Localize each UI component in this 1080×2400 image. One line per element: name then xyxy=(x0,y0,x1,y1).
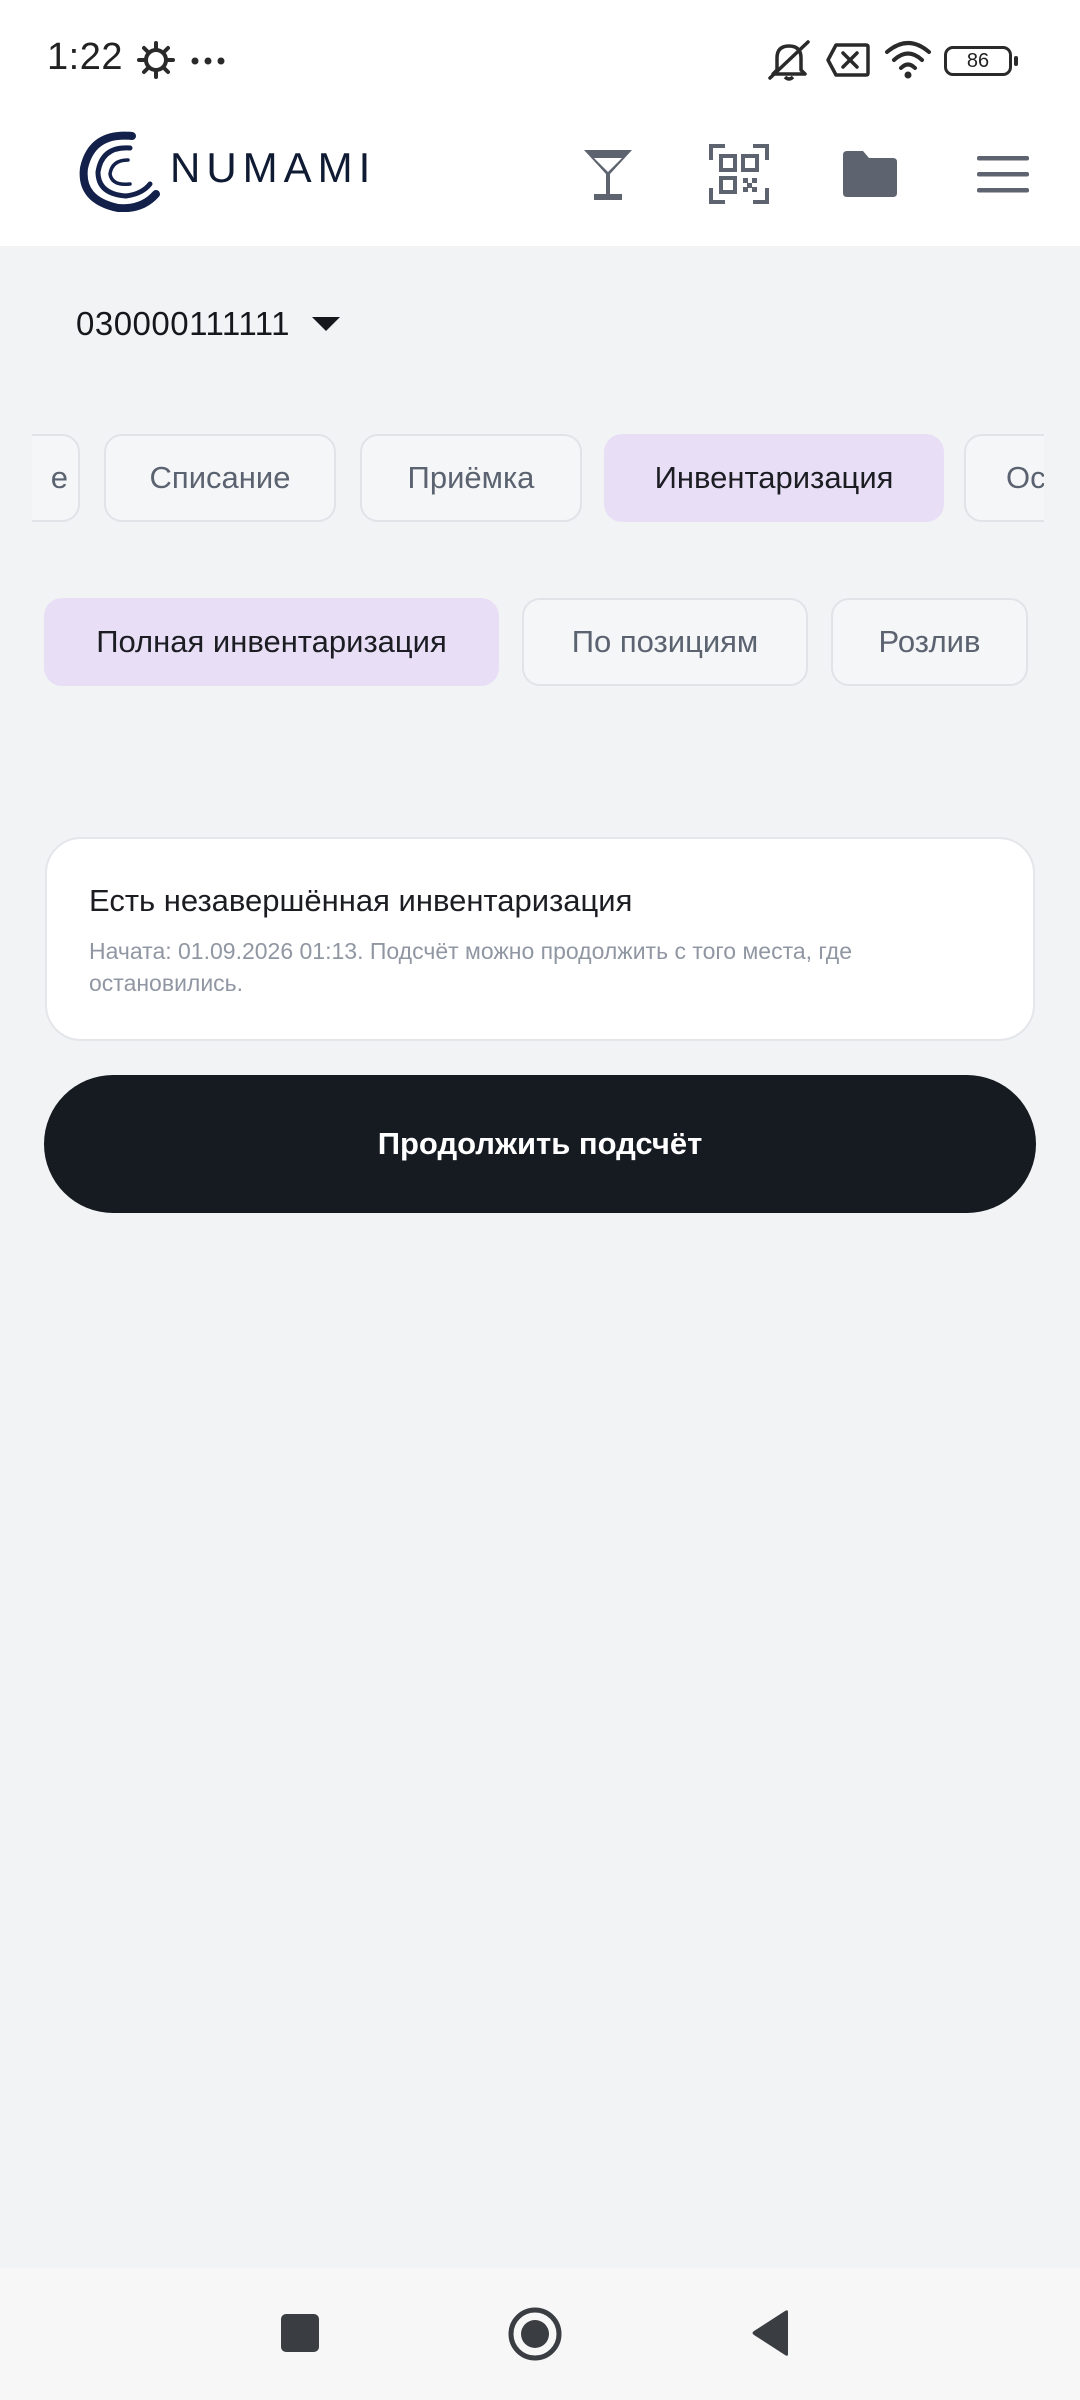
menu-button[interactable] xyxy=(967,138,1039,210)
tab-partial-right[interactable]: Ос xyxy=(964,434,1044,522)
chip-label: Полная инвентаризация xyxy=(96,624,447,659)
branch-selector[interactable]: 030000111111 xyxy=(76,304,340,344)
chip-pour[interactable]: Розлив xyxy=(831,598,1028,686)
logo-text: NUMAMI xyxy=(170,144,377,191)
chip-label: Розлив xyxy=(878,624,981,659)
tab-label: Ос xyxy=(1006,460,1044,495)
more-dots-icon xyxy=(191,57,225,65)
qr-scan-button[interactable] xyxy=(703,138,775,210)
chip-label: По позициям xyxy=(571,624,759,659)
tab-label: е xyxy=(50,460,68,495)
folder-icon xyxy=(843,151,897,197)
chip-full-inventory[interactable]: Полная инвентаризация xyxy=(44,598,499,686)
no-sim-icon xyxy=(826,43,870,77)
cocktail-button[interactable] xyxy=(572,138,644,210)
battery-level: 86 xyxy=(966,50,990,72)
tab-inventory[interactable]: Инвентаризация xyxy=(604,434,944,522)
tab-receiving[interactable]: Приёмка xyxy=(360,434,582,522)
chip-by-positions[interactable]: По позициям xyxy=(522,598,808,686)
status-time: 1:22 xyxy=(47,36,123,78)
system-nav-bar xyxy=(0,2268,1080,2400)
folder-button[interactable] xyxy=(834,138,906,210)
status-bar: 1:22 86 xyxy=(0,0,1080,120)
bell-muted-icon xyxy=(768,40,810,81)
tab-label: Инвентаризация xyxy=(654,460,894,495)
battery-icon: 86 xyxy=(944,46,1018,76)
tab-partial-left[interactable]: е xyxy=(32,434,80,522)
back-icon[interactable] xyxy=(750,2308,790,2358)
notice-title: Есть незавершённая инвентаризация xyxy=(89,883,633,918)
tab-label: Списание xyxy=(149,460,291,495)
qr-scan-icon xyxy=(709,144,769,204)
app-header: NUMAMI xyxy=(0,120,1080,246)
wifi-icon xyxy=(885,41,931,79)
cocktail-glass-icon xyxy=(584,150,632,200)
notice-text: Начата: 01.09.2026 01:13. Подсчёт можно … xyxy=(89,938,852,996)
branch-value: 030000111111 xyxy=(76,305,290,342)
tab-writeoff[interactable]: Списание xyxy=(104,434,336,522)
section-tabs-track: е Списание Приёмка Инвентаризация Ос xyxy=(32,434,1044,522)
tab-label: Приёмка xyxy=(407,460,535,495)
gear-icon xyxy=(137,41,175,79)
unfinished-inventory-notice: Есть незавершённая инвентаризация Начата… xyxy=(45,837,1035,1041)
numami-logo-icon xyxy=(79,131,160,212)
recent-apps-icon[interactable] xyxy=(281,2314,319,2352)
hamburger-menu-icon xyxy=(977,156,1029,193)
continue-count-button[interactable]: Продолжить подсчёт xyxy=(44,1075,1036,1213)
section-tabs[interactable]: е Списание Приёмка Инвентаризация Ос xyxy=(32,434,1044,522)
caret-down-icon xyxy=(312,317,340,331)
home-icon[interactable] xyxy=(507,2306,563,2362)
